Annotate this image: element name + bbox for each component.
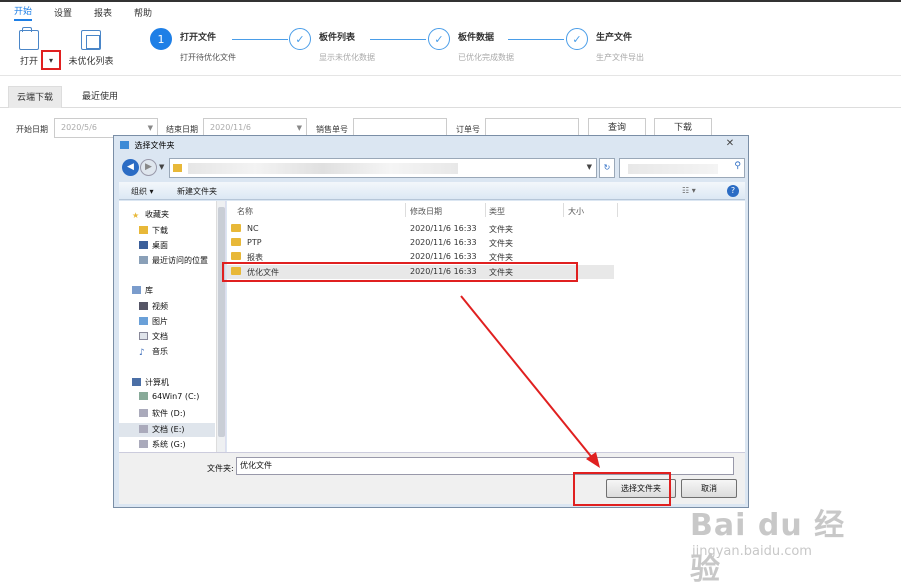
annotation-arrow (460, 295, 600, 468)
baidu-logo: Bai du 经验 (690, 508, 846, 584)
watermark-url: jingyan.baidu.com (692, 544, 812, 559)
watermark: Bai du 经验 jingyan.baidu.com (690, 500, 870, 584)
